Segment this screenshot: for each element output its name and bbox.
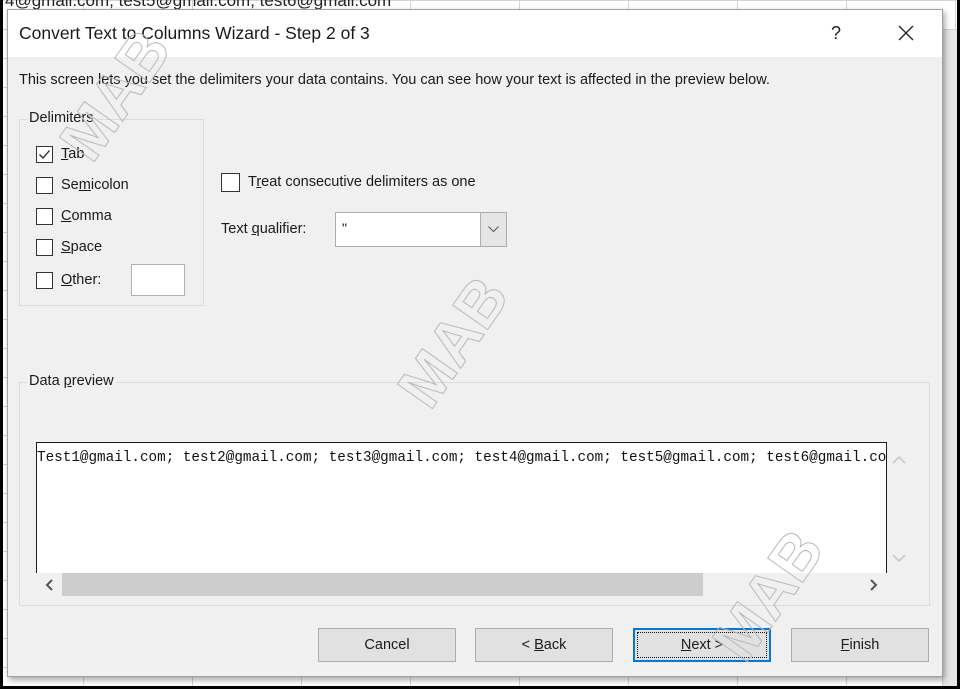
convert-text-wizard-dialog: Convert Text to Columns Wizard - Step 2 … [7, 9, 943, 677]
cancel-button[interactable]: Cancel [318, 628, 456, 662]
other-label: Other: [61, 272, 102, 288]
next-button[interactable]: Next > [633, 628, 771, 662]
horizontal-scrollbar[interactable] [36, 573, 887, 597]
chevron-left-icon [45, 579, 53, 591]
focus-rect [637, 632, 767, 658]
chevron-down-icon [488, 226, 499, 233]
other-checkbox-row[interactable]: Other: [36, 270, 101, 290]
back-button[interactable]: < Back [475, 628, 613, 662]
checkmark-icon [39, 149, 50, 159]
dropdown-button[interactable] [480, 213, 506, 246]
space-checkbox-row[interactable]: Space [36, 237, 102, 257]
delimiters-group-label: Delimiters [27, 110, 96, 126]
semicolon-label: Semicolon [61, 177, 129, 193]
semicolon-checkbox-row[interactable]: Semicolon [36, 175, 129, 195]
other-delimiter-input[interactable] [131, 264, 185, 296]
text-qualifier-label: Text qualifier: [221, 221, 307, 237]
chevron-up-icon [892, 455, 906, 464]
tab-checkbox-row[interactable]: Tab [36, 144, 84, 164]
intro-text: This screen lets you set the delimiters … [19, 72, 770, 88]
close-icon [898, 25, 914, 41]
space-checkbox[interactable] [36, 238, 53, 256]
sheet-scrollbar-area [942, 30, 957, 686]
scroll-up-button[interactable] [892, 452, 910, 466]
close-button[interactable] [884, 15, 928, 51]
consecutive-checkbox[interactable] [221, 172, 240, 192]
other-checkbox[interactable] [36, 271, 53, 289]
tab-checkbox[interactable] [36, 145, 53, 163]
chevron-right-icon [870, 579, 878, 591]
data-preview-area[interactable]: Test1@gmail.com; test2@gmail.com; test3@… [36, 442, 887, 573]
tab-label: Tab [61, 146, 85, 162]
data-preview-group-label: Data preview [27, 373, 116, 389]
consecutive-checkbox-row[interactable]: Treat consecutive delimiters as one [221, 172, 476, 192]
text-qualifier-value: " [342, 220, 347, 236]
scroll-right-button[interactable] [862, 573, 886, 597]
scroll-left-button[interactable] [38, 573, 62, 597]
help-button[interactable]: ? [816, 15, 856, 51]
preview-line: Test1@gmail.com; test2@gmail.com; test3@… [37, 450, 887, 466]
title-bar: Convert Text to Columns Wizard - Step 2 … [8, 10, 942, 57]
semicolon-checkbox[interactable] [36, 176, 53, 194]
finish-button[interactable]: Finish [791, 628, 929, 662]
comma-label: Comma [61, 208, 112, 224]
consecutive-label: Treat consecutive delimiters as one [248, 174, 476, 190]
scrollbar-thumb[interactable] [62, 573, 703, 596]
chevron-down-icon [892, 554, 906, 563]
dialog-title: Convert Text to Columns Wizard - Step 2 … [19, 23, 370, 43]
comma-checkbox-row[interactable]: Comma [36, 206, 112, 226]
scroll-down-button[interactable] [892, 551, 910, 565]
text-qualifier-select[interactable]: " [335, 212, 507, 247]
comma-checkbox[interactable] [36, 207, 53, 225]
space-label: Space [61, 239, 103, 255]
